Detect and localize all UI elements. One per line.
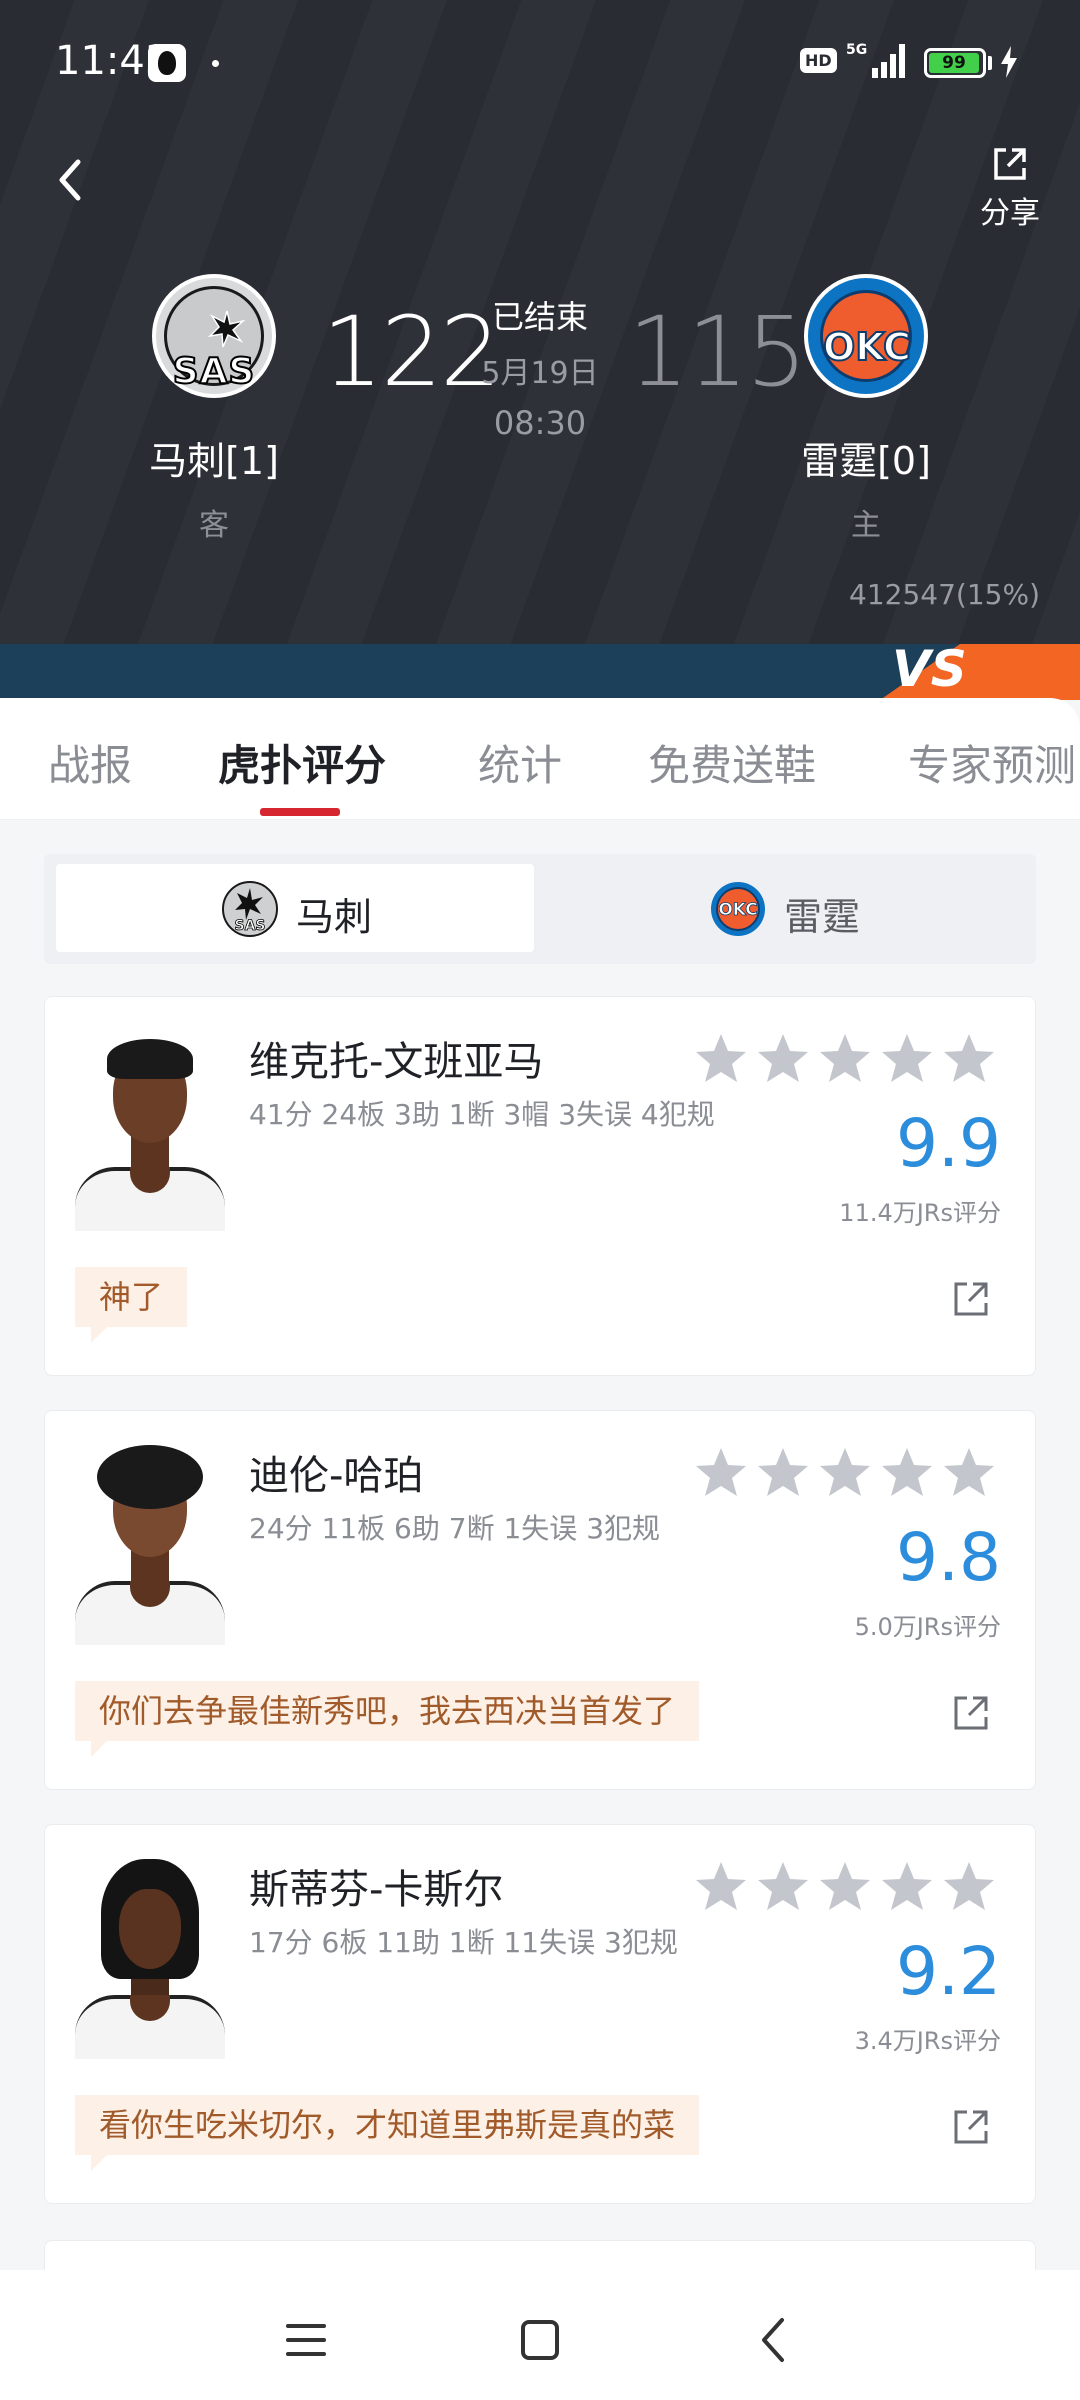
star-icon[interactable] <box>755 1031 811 1087</box>
player-stats: 41分 24板 3助 1断 3帽 3失误 4犯规 <box>249 1098 715 1131</box>
star-icon[interactable] <box>817 1445 873 1501</box>
home-team-role: 主 <box>851 508 881 543</box>
tab-report[interactable]: 战报 <box>48 732 132 793</box>
qq-notification-icon <box>148 44 186 82</box>
away-team-logo-text: SAS <box>172 350 256 393</box>
player-name: 斯蒂芬-卡斯尔 <box>249 1867 504 1913</box>
home-team-name[interactable]: 雷霆[0] <box>746 430 986 485</box>
status-bar: 11:43 HD 5G 99 <box>0 0 1080 124</box>
game-time: 08:30 <box>493 404 587 442</box>
player-avatar <box>75 1855 225 2059</box>
open-link-icon[interactable] <box>951 2107 991 2147</box>
home-team-logo[interactable]: OKC <box>804 274 928 398</box>
signal-icon: 5G <box>846 42 905 78</box>
tab-ratings[interactable]: 虎扑评分 <box>218 732 386 793</box>
player-rating: 9.9 <box>896 1105 1001 1182</box>
away-team-name[interactable]: 马刺[1] <box>94 430 334 485</box>
active-tab-indicator <box>260 808 340 816</box>
tab-free-shoes[interactable]: 免费送鞋 <box>648 732 816 793</box>
back-icon[interactable] <box>44 148 100 212</box>
star-icon[interactable] <box>817 1859 873 1915</box>
home-icon[interactable] <box>510 2310 570 2370</box>
spurs-logo-icon: SAS <box>222 881 278 937</box>
tab-bar: 战报 虎扑评分 统计 免费送鞋 专家预测 <box>0 698 1080 820</box>
rating-stars[interactable] <box>693 1859 1003 1915</box>
notification-dot-icon <box>212 60 219 67</box>
top-comment[interactable]: 看你生吃米切尔，才知道里弗斯是真的菜 <box>75 2095 700 2171</box>
away-team-logo[interactable]: SAS <box>152 274 276 398</box>
menu-icon[interactable] <box>276 2310 336 2370</box>
star-icon[interactable] <box>879 1031 935 1087</box>
star-icon[interactable] <box>755 1859 811 1915</box>
star-icon[interactable] <box>879 1445 935 1501</box>
battery-tip <box>988 56 992 70</box>
player-name: 维克托-文班亚马 <box>249 1039 544 1085</box>
star-icon[interactable] <box>693 1859 749 1915</box>
player-avatar <box>75 1441 225 1645</box>
home-team-logo-text: OKC <box>822 324 912 370</box>
away-team-role: 客 <box>199 508 229 543</box>
home-score: 115 <box>628 296 807 408</box>
team-switch: SAS 马刺 OKC 雷霆 <box>44 854 1036 964</box>
star-icon[interactable] <box>817 1031 873 1087</box>
thunder-logo-text: OKC <box>718 900 757 920</box>
charging-icon <box>1001 46 1017 78</box>
vs-badge: VS <box>892 640 967 698</box>
network-type: 5G <box>846 42 867 58</box>
share-label: 分享 <box>980 196 1040 231</box>
rating-stars[interactable] <box>693 1031 1003 1087</box>
tab-expert-prediction[interactable]: 专家预测 <box>908 732 1076 793</box>
game-date: 5月19日 <box>481 356 599 391</box>
game-status: 已结束 <box>491 298 588 336</box>
team-switch-thunder[interactable]: OKC 雷霆 <box>544 864 1022 952</box>
team-switch-thunder-label: 雷霆 <box>784 895 861 939</box>
player-card[interactable]: 斯蒂芬-卡斯尔 17分 6板 11助 1断 11失误 3犯规 9.2 3.4万J… <box>44 1824 1036 2204</box>
game-header: 11:43 HD 5G 99 分享 SAS 122 已结束 5月19日 08:3… <box>0 0 1080 644</box>
star-icon[interactable] <box>941 1445 997 1501</box>
top-comment[interactable]: 你们去争最佳新秀吧，我去西决当首发了 <box>75 1681 700 1757</box>
rating-count: 11.4万JRs评分 <box>839 1199 1001 1227</box>
thunder-logo-icon: OKC <box>711 882 765 936</box>
open-link-icon[interactable] <box>951 1693 991 1733</box>
spurs-logo-text: SAS <box>234 918 265 934</box>
share-icon <box>994 148 1026 180</box>
player-name: 迪伦-哈珀 <box>249 1453 424 1499</box>
star-icon[interactable] <box>879 1859 935 1915</box>
home-support-stat: 412547(15%) <box>849 578 1040 611</box>
spur-icon <box>207 310 246 348</box>
player-card[interactable]: 维克托-文班亚马 41分 24板 3助 1断 3帽 3失误 4犯规 9.9 11… <box>44 996 1036 1376</box>
player-rating: 9.2 <box>896 1933 1001 2010</box>
star-icon[interactable] <box>755 1445 811 1501</box>
rating-stars[interactable] <box>693 1445 1003 1501</box>
player-avatar <box>75 1027 225 1231</box>
star-icon[interactable] <box>941 1031 997 1087</box>
rating-count: 5.0万JRs评分 <box>854 1613 1001 1641</box>
player-stats: 17分 6板 11助 1断 11失误 3犯规 <box>249 1926 678 1959</box>
player-stats: 24分 11板 6助 7断 1失误 3犯规 <box>249 1512 661 1545</box>
star-icon[interactable] <box>693 1445 749 1501</box>
battery-level: 99 <box>929 53 979 73</box>
team-switch-spurs-label: 马刺 <box>296 895 373 939</box>
battery-icon: 99 <box>924 48 986 78</box>
system-navigation-bar <box>0 2270 1080 2400</box>
tab-stats[interactable]: 统计 <box>478 732 562 793</box>
top-comment[interactable]: 神了 <box>75 1267 188 1343</box>
star-icon[interactable] <box>941 1859 997 1915</box>
player-card[interactable]: 迪伦-哈珀 24分 11板 6助 7断 1失误 3犯规 9.8 5.0万JRs评… <box>44 1410 1036 1790</box>
open-link-icon[interactable] <box>951 1279 991 1319</box>
hd-voice-icon: HD <box>800 48 837 73</box>
star-icon[interactable] <box>693 1031 749 1087</box>
back-nav-icon[interactable] <box>744 2310 804 2370</box>
share-button[interactable]: 分享 <box>965 140 1055 231</box>
player-rating: 9.8 <box>896 1519 1001 1596</box>
team-switch-spurs[interactable]: SAS 马刺 <box>56 864 534 952</box>
rating-count: 3.4万JRs评分 <box>854 2027 1001 2055</box>
